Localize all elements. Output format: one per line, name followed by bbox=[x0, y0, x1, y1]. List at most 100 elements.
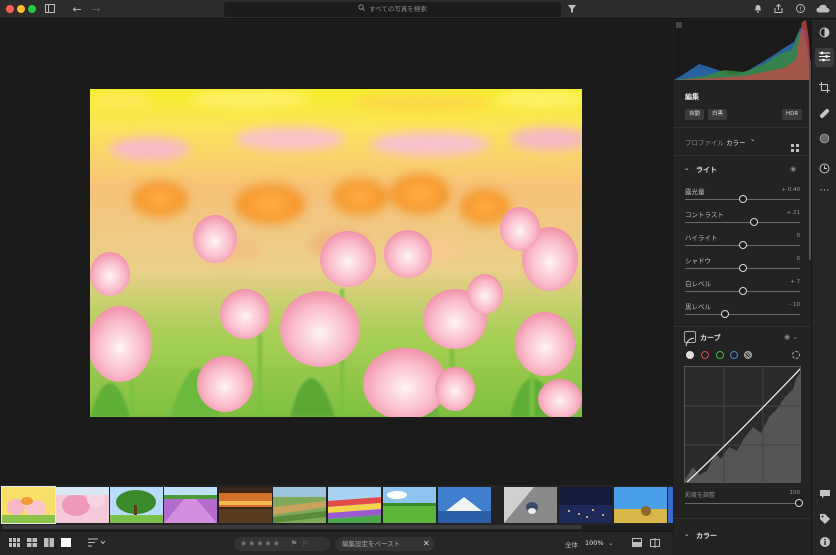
sort-icon[interactable] bbox=[88, 538, 106, 551]
thumbnail-11[interactable] bbox=[559, 487, 612, 523]
flag-icon[interactable]: ⚑ bbox=[290, 539, 298, 548]
chevron-down-icon[interactable]: ⌄ bbox=[608, 539, 613, 547]
cloud-icon[interactable] bbox=[815, 2, 831, 17]
bell-icon[interactable] bbox=[752, 2, 764, 17]
thumbnail-5[interactable] bbox=[219, 487, 272, 523]
curve-icon[interactable] bbox=[684, 331, 696, 347]
split-view-icon[interactable] bbox=[650, 538, 660, 552]
thumbnail-13[interactable] bbox=[668, 487, 673, 523]
saturation-knob[interactable] bbox=[795, 499, 803, 507]
red-channel-icon[interactable] bbox=[701, 351, 709, 359]
thumbnail-12[interactable] bbox=[614, 487, 667, 523]
thumbnail-6[interactable] bbox=[273, 487, 326, 523]
hdr-button[interactable]: HDR bbox=[782, 109, 803, 120]
presets-icon[interactable] bbox=[818, 27, 831, 40]
slider-value[interactable]: - 10 bbox=[789, 302, 800, 308]
slider-label: 黒レベル bbox=[685, 303, 711, 311]
title-bar: ← → すべての写真を検索 ! bbox=[0, 0, 836, 19]
eye-icon[interactable]: ◉ ⌄ bbox=[784, 333, 798, 341]
thumbnail-1[interactable] bbox=[1, 486, 56, 524]
masking-icon[interactable] bbox=[818, 133, 831, 146]
paste-settings-button[interactable]: 編集設定をペースト ✕ bbox=[335, 537, 435, 551]
help-icon[interactable]: ! bbox=[794, 2, 806, 17]
light-section-title[interactable]: ライト bbox=[696, 165, 717, 175]
before-after-icon[interactable] bbox=[632, 538, 642, 551]
green-channel-icon[interactable] bbox=[716, 351, 724, 359]
slider-value[interactable]: + 0.40 bbox=[781, 187, 800, 193]
filter-icon[interactable] bbox=[566, 2, 578, 17]
close-window-button[interactable] bbox=[6, 5, 14, 13]
slider-label: シャドウ bbox=[685, 257, 711, 265]
slider-value[interactable]: 0 bbox=[797, 233, 801, 239]
thumbnail-10[interactable] bbox=[504, 487, 557, 523]
slider-value[interactable]: + 21 bbox=[787, 210, 800, 216]
thumbnail-4[interactable] bbox=[164, 487, 217, 523]
saturation-label: 彩度を調整 bbox=[685, 492, 716, 499]
grid-view-icon[interactable] bbox=[9, 538, 20, 551]
filmstrip-scrollbar[interactable] bbox=[2, 525, 582, 529]
detail-view-icon[interactable] bbox=[61, 538, 71, 551]
main-photo[interactable] bbox=[90, 89, 582, 417]
target-adjust-icon[interactable] bbox=[792, 351, 800, 359]
compare-view-icon[interactable] bbox=[44, 538, 54, 551]
thumbnail-3[interactable] bbox=[110, 487, 163, 523]
slider-track[interactable] bbox=[685, 222, 800, 223]
square-grid-icon[interactable] bbox=[27, 538, 37, 551]
slider-knob[interactable] bbox=[721, 310, 730, 318]
slider-track[interactable] bbox=[685, 314, 800, 315]
slider-label: 露光量 bbox=[685, 188, 705, 196]
thumbnail-8[interactable] bbox=[383, 487, 436, 523]
reject-flag-icon[interactable]: ⚐ bbox=[302, 539, 310, 548]
arrow-left-icon[interactable]: ← bbox=[70, 2, 84, 17]
chevron-down-icon[interactable]: ⌄ bbox=[750, 135, 755, 143]
parametric-curve-icon[interactable] bbox=[744, 351, 752, 359]
more-icon[interactable]: ⋯ bbox=[818, 184, 831, 197]
search-placeholder: すべての写真を検索 bbox=[369, 5, 427, 13]
zoom-window-button[interactable] bbox=[28, 5, 36, 13]
filmstrip bbox=[0, 485, 673, 525]
chevron-down-icon[interactable]: ⌄ bbox=[684, 164, 689, 172]
search-input[interactable]: すべての写真を検索 bbox=[224, 2, 561, 17]
tone-curve[interactable] bbox=[684, 366, 801, 483]
slider-knob[interactable] bbox=[738, 264, 747, 272]
star-icon[interactable]: ★★★★★ bbox=[240, 539, 281, 548]
photo-viewer[interactable] bbox=[0, 20, 673, 485]
rgb-channel-icon[interactable] bbox=[686, 351, 694, 359]
color-section-title[interactable]: カラー bbox=[696, 531, 717, 541]
fit-label[interactable]: 全体 bbox=[565, 539, 578, 549]
share-icon[interactable] bbox=[772, 2, 784, 17]
tag-icon[interactable] bbox=[818, 514, 831, 527]
crop-icon[interactable] bbox=[818, 82, 831, 95]
arrow-right-icon[interactable]: → bbox=[89, 2, 103, 17]
eye-icon[interactable]: ◉ bbox=[790, 165, 796, 173]
healing-icon[interactable] bbox=[818, 108, 831, 121]
slider-knob[interactable] bbox=[750, 218, 758, 226]
curve-section-title[interactable]: カーブ bbox=[700, 333, 721, 343]
thumbnail-9[interactable] bbox=[438, 487, 491, 523]
thumbnail-7[interactable] bbox=[328, 487, 381, 523]
slider-value[interactable]: + 7 bbox=[790, 279, 800, 285]
auto-button[interactable]: 自動 bbox=[685, 109, 705, 120]
slider-knob[interactable] bbox=[738, 241, 747, 249]
minimize-window-button[interactable] bbox=[17, 5, 25, 13]
slider-knob[interactable] bbox=[738, 287, 747, 295]
thumbnail-2[interactable] bbox=[56, 487, 109, 523]
tool-strip: ⋯ bbox=[811, 20, 836, 555]
clipping-shadow-icon[interactable] bbox=[676, 22, 682, 28]
saturation-track[interactable] bbox=[685, 503, 800, 504]
profile-value[interactable]: カラー bbox=[726, 137, 746, 147]
sliders-icon[interactable] bbox=[818, 51, 831, 64]
comment-icon[interactable] bbox=[818, 490, 831, 503]
chevron-down-icon[interactable]: ⌄ bbox=[684, 530, 689, 538]
slider-knob[interactable] bbox=[738, 195, 747, 203]
blue-channel-icon[interactable] bbox=[730, 351, 738, 359]
sidebar-icon[interactable] bbox=[44, 2, 56, 17]
profile-browser-icon[interactable] bbox=[791, 137, 799, 156]
zoom-value[interactable]: 100% bbox=[585, 539, 604, 547]
close-icon[interactable]: ✕ bbox=[423, 537, 430, 551]
black-white-button[interactable]: 白黒 bbox=[708, 109, 728, 120]
slider-value[interactable]: 0 bbox=[797, 256, 801, 262]
info-icon[interactable] bbox=[818, 537, 831, 550]
star-rating[interactable]: ★★★★★ ⚑ ⚐ bbox=[234, 537, 330, 551]
history-icon[interactable] bbox=[818, 163, 831, 176]
